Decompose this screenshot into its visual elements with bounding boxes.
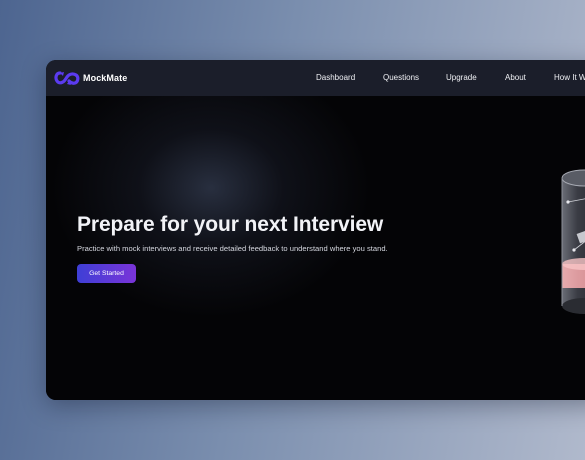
get-started-button[interactable]: Get Started [77, 264, 136, 283]
nav-upgrade[interactable]: Upgrade [446, 73, 477, 82]
app-window: MockMate Dashboard Questions Upgrade Abo… [46, 60, 585, 400]
hero-subtitle: Practice with mock interviews and receiv… [77, 244, 388, 253]
nav-links: Dashboard Questions Upgrade About How It… [46, 60, 585, 96]
nav-how-it-works[interactable]: How It W [554, 73, 585, 82]
glass-cylinder-device-icon [561, 169, 585, 314]
nav-questions[interactable]: Questions [383, 73, 419, 82]
hero-section: Prepare for your next Interview Practice… [46, 96, 585, 400]
nav-dashboard[interactable]: Dashboard [316, 73, 355, 82]
top-navbar: MockMate Dashboard Questions Upgrade Abo… [46, 60, 585, 97]
hero-title: Prepare for your next Interview [77, 213, 384, 236]
nav-about[interactable]: About [505, 73, 526, 82]
